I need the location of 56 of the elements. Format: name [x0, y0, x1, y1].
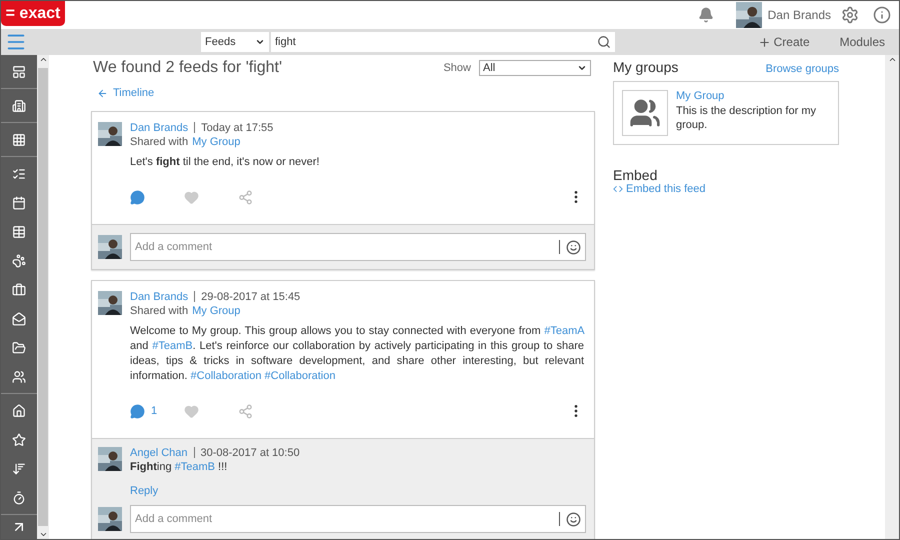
- section-title: My groups: [613, 59, 678, 75]
- comment-field[interactable]: Add a comment: [130, 233, 586, 261]
- browse-groups-link[interactable]: Browse groups: [766, 63, 839, 75]
- logo[interactable]: = exact: [1, 1, 65, 26]
- search-field[interactable]: fight: [271, 32, 615, 52]
- scrollbar-thumb[interactable]: [38, 68, 48, 526]
- caret-icon[interactable]: [255, 37, 265, 47]
- search-scope-dropdown[interactable]: Feeds: [201, 32, 269, 52]
- timeline-link[interactable]: Timeline: [97, 87, 595, 99]
- group-link[interactable]: My Group: [192, 305, 240, 317]
- comment-field[interactable]: Add a comment: [130, 505, 586, 533]
- scroll-up-icon[interactable]: [38, 55, 48, 64]
- post-text: Welcome to My group. This group allows you to stay connected with everyone from #TeamA and #TeamB. Let's reinforce our collaboration by actively participating in this group to share ideas, tips & tricks in software development, and share other interesting, but relevant information. #Collaboration #Collaboration: [130, 324, 584, 384]
- hashtag-link[interactable]: #Collaboration: [190, 370, 262, 382]
- code-icon[interactable]: [613, 184, 623, 194]
- emoji-icon[interactable]: [566, 240, 581, 254]
- scroll-up-icon[interactable]: [888, 55, 896, 64]
- group-link[interactable]: My Group: [676, 90, 830, 102]
- post-time: 29-08-2017 at 15:45: [201, 291, 300, 303]
- author-link[interactable]: Angel Chan: [130, 447, 188, 459]
- post-time: Today at 17:55: [201, 122, 274, 134]
- modules-button[interactable]: Modules: [840, 35, 885, 49]
- shared-label: Shared with: [130, 136, 188, 148]
- author-link[interactable]: Dan Brands: [130, 122, 188, 134]
- reply-text: Fighting #TeamB !!!: [130, 461, 228, 473]
- section-title: Embed: [613, 167, 658, 183]
- caret-icon[interactable]: [577, 63, 587, 73]
- shared-label: Shared with: [130, 305, 188, 317]
- hashtag-link[interactable]: #TeamB: [152, 340, 193, 352]
- post-text: Let's fight til the end, it's now or never!: [130, 155, 320, 170]
- info-icon[interactable]: [873, 6, 891, 24]
- author-link[interactable]: Dan Brands: [130, 291, 188, 303]
- speech-bubble-icon[interactable]: [130, 404, 145, 418]
- reply-time: 30-08-2017 at 10:50: [200, 447, 300, 459]
- group-link[interactable]: My Group: [192, 136, 240, 148]
- hashtag-link[interactable]: #Collaboration: [264, 370, 336, 382]
- back-arrow-icon[interactable]: [97, 88, 108, 98]
- reply-link[interactable]: Reply: [130, 485, 586, 497]
- search-icon[interactable]: [597, 35, 611, 49]
- hashtag-link[interactable]: #TeamA: [544, 325, 584, 337]
- speech-bubble-icon[interactable]: [130, 190, 145, 204]
- create-button[interactable]: Create: [758, 35, 810, 49]
- results-heading: We found 2 feeds for 'fight': [93, 59, 282, 77]
- bell-icon[interactable]: [698, 7, 714, 23]
- comment-button[interactable]: 1: [130, 404, 184, 418]
- user-name[interactable]: Dan Brands: [768, 8, 831, 22]
- show-label: Show: [443, 62, 471, 74]
- plus-icon[interactable]: [758, 36, 771, 48]
- hashtag-link[interactable]: #TeamB: [174, 461, 215, 473]
- group-description: This is the description for my group.: [676, 104, 817, 132]
- settings-icon[interactable]: [841, 6, 859, 24]
- show-dropdown[interactable]: All: [479, 60, 591, 76]
- scroll-down-icon[interactable]: [38, 530, 48, 539]
- group-icon: [622, 90, 668, 136]
- embed-link[interactable]: Embed this feed: [613, 183, 839, 195]
- emoji-icon[interactable]: [566, 512, 581, 526]
